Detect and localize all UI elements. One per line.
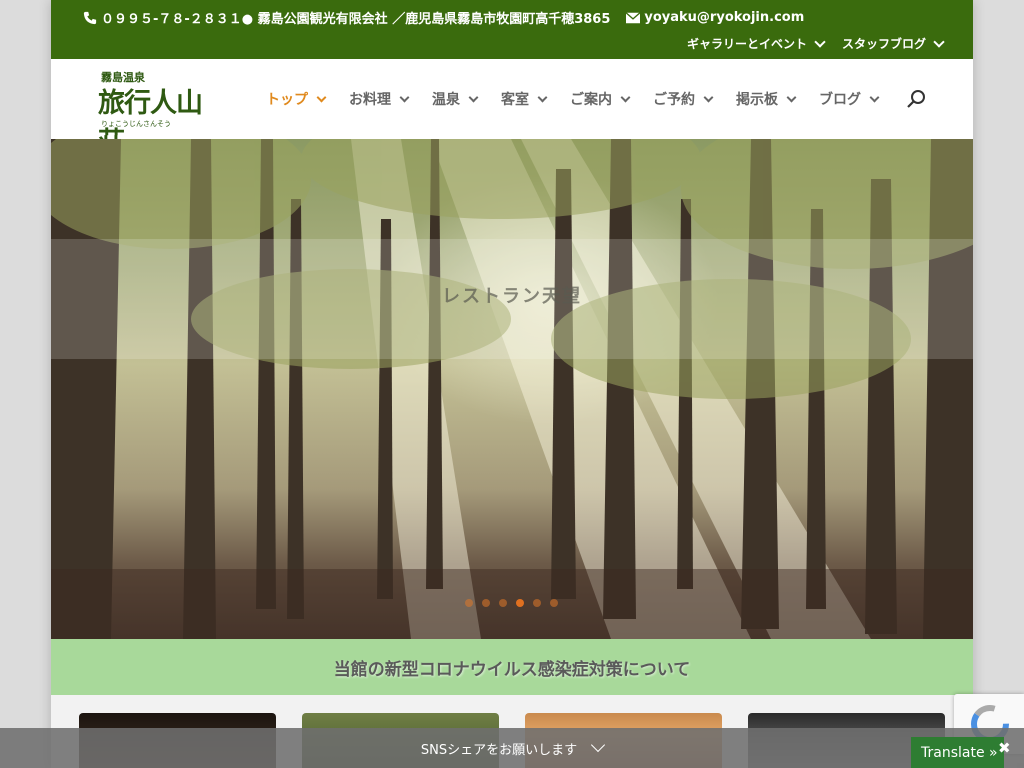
chevron-down-icon [814,35,826,48]
slider-dot[interactable] [533,599,541,607]
translate-label: Translate » [921,744,998,761]
page: ０９９５-７８-２８３１ ● 霧島公園観光有限会社 ／鹿児島県霧島市牧園町高千穂… [51,0,973,768]
sns-share-text: SNSシェアをお願いします [420,742,578,758]
nav-top[interactable]: トップ [266,89,327,109]
contact-info: ０９９５-７８-２８３１ ● 霧島公園観光有限会社 ／鹿児島県霧島市牧園町高千穂… [83,8,804,27]
search-icon[interactable] [906,89,926,109]
slider-dot[interactable] [482,599,490,607]
envelope-icon [626,11,641,23]
secondary-nav: ギャラリーとイベント スタッフブログ [686,35,945,52]
nav-label: ブログ [819,92,861,108]
nav-label: 掲示板 [736,92,778,108]
phone-icon [83,11,97,24]
nav-bulletin-board[interactable]: 掲示板 [736,89,797,109]
nav-reservation[interactable]: ご予約 [653,89,714,109]
nav-label: 温泉 [432,92,460,108]
nav-label: トップ [266,92,308,108]
hero-caption: レストラン天望 [442,286,582,307]
nav-label: お料理 [349,92,391,108]
nav-label: ご案内 [570,92,612,108]
logo-kana: りょこうじんさんそう [101,120,171,128]
chevron-down-icon [703,92,714,102]
chevron-down-icon [399,92,410,102]
nav-rooms[interactable]: 客室 [501,89,548,109]
sns-share-bar[interactable]: SNSシェアをお願いします [0,728,1024,768]
nav-guide[interactable]: ご案内 [570,89,631,109]
secondary-nav-label: ギャラリーとイベント [686,37,807,51]
chevron-down-icon [537,92,548,102]
phone-number[interactable]: ０９９５-７８-２８３１ [101,8,242,27]
secondary-nav-staff-blog[interactable]: スタッフブログ [841,35,945,52]
email-link[interactable]: yoyaku@ryokojin.com [626,10,804,25]
nav-hot-spring[interactable]: 温泉 [432,89,479,109]
nav-label: ご予約 [653,92,695,108]
nav-cuisine[interactable]: お料理 [349,89,410,109]
chevron-down-icon [786,92,797,102]
chevron-down-icon [468,92,479,102]
close-icon[interactable]: ✖ [998,740,1014,756]
chevron-down-icon [316,92,327,102]
chevron-down-icon [869,92,880,102]
top-bar: ０９９５-７８-２８３１ ● 霧島公園観光有限会社 ／鹿児島県霧島市牧園町高千穂… [51,0,973,59]
email-address: yoyaku@ryokojin.com [644,10,805,25]
hero-slider[interactable]: レストラン天望 [51,139,973,639]
slider-dot-active[interactable] [516,599,524,607]
site-logo[interactable]: 霧島温泉 旅行人山荘 りょこうじんさんそう [98,67,224,158]
slider-dot[interactable] [465,599,473,607]
chevron-down-icon [620,92,631,102]
nav-blog[interactable]: ブログ [819,89,880,109]
slider-dots [465,599,558,607]
secondary-nav-gallery[interactable]: ギャラリーとイベント [686,35,826,52]
company-address: ● 霧島公園観光有限会社 ／鹿児島県霧島市牧園町高千穂3865 [241,12,611,27]
chevron-down-icon [591,737,606,753]
chevron-down-icon [933,35,945,48]
covid-notice-text: 当館の新型コロナウイルス感染症対策について [333,659,691,680]
nav-label: 客室 [501,92,529,108]
site-header: 霧島温泉 旅行人山荘 りょこうじんさんそう トップ お料理 温泉 客室 ご案内 … [51,59,973,158]
slider-dot[interactable] [499,599,507,607]
main-nav: トップ お料理 温泉 客室 ご案内 ご予約 掲示板 ブログ [266,89,902,109]
translate-button[interactable]: Translate » [911,737,1004,768]
slider-dot[interactable] [550,599,558,607]
secondary-nav-label: スタッフブログ [841,37,926,51]
forest-photo [51,139,973,639]
covid-notice-banner[interactable]: 当館の新型コロナウイルス感染症対策について [51,639,973,695]
